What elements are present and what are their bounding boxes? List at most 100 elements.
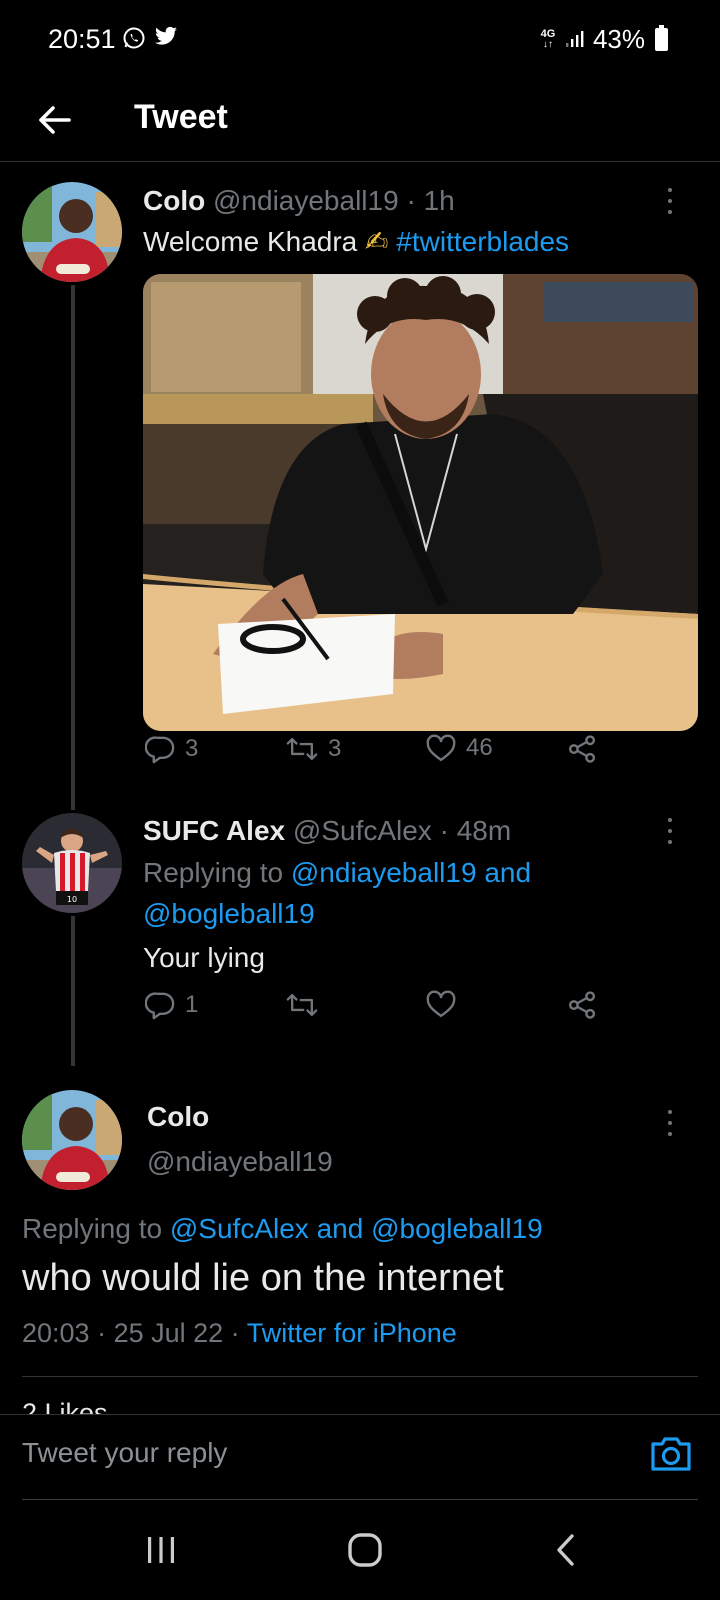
avatar-image: 10 (22, 813, 122, 913)
date: 25 Jul 22 (113, 1318, 224, 1348)
more-options-icon[interactable] (665, 1108, 675, 1138)
author-handle[interactable]: @ndiayeball19 (147, 1146, 333, 1178)
replying-to-line2: @bogleball19 (143, 898, 315, 930)
home-icon (348, 1533, 382, 1567)
retweet-button[interactable]: 3 (286, 734, 341, 764)
whatsapp-icon (122, 26, 146, 55)
and-label: and (476, 857, 532, 888)
battery-percent: 43% (592, 24, 645, 54)
replying-label: Replying to (143, 857, 291, 888)
avatar-image (22, 1090, 122, 1190)
tweet-text: Your lying (143, 942, 265, 973)
avatar-image (22, 182, 122, 282)
separator: · (431, 815, 457, 846)
status-time: 20:51 (48, 24, 116, 54)
handle-text: @ndiayeball19 (213, 185, 399, 216)
battery-icon (655, 25, 668, 51)
tweet-actions: 1 (143, 990, 613, 1030)
back-nav-button[interactable] (536, 1526, 596, 1574)
heart-icon (426, 734, 456, 762)
signal-icon (565, 24, 585, 55)
author-name[interactable]: SUFC Alex (143, 815, 285, 846)
reply-icon (145, 992, 175, 1020)
tweet-header: Colo @ndiayeball19 · 1h (143, 185, 455, 217)
svg-text:10: 10 (67, 895, 77, 904)
tweet-time: 48m (456, 815, 512, 846)
tweet-actions: 3 3 46 (143, 734, 613, 774)
like-button[interactable]: 46 (426, 734, 493, 762)
retweet-count: 3 (328, 735, 342, 762)
author-handle[interactable]: @ndiayeball19 (213, 185, 399, 216)
mention-link[interactable]: @bogleball19 (371, 1213, 543, 1244)
reply-button[interactable]: 3 (145, 734, 198, 764)
signing-photo (143, 274, 698, 731)
retweet-icon (286, 993, 318, 1017)
network-4g-icon: 4G ↓↑ (539, 29, 557, 50)
status-right: 4G ↓↑ 43% (539, 24, 668, 55)
separator: · (398, 185, 424, 216)
system-nav-bar (0, 1500, 720, 1600)
like-button[interactable] (426, 990, 456, 1018)
mention-link[interactable]: @bogleball19 (143, 898, 315, 929)
replying-to: Replying to @ndiayeball19 and (143, 857, 531, 889)
author-handle[interactable]: @SufcAlex (293, 815, 432, 846)
source-link[interactable]: Twitter for iPhone (247, 1318, 457, 1348)
like-count: 46 (466, 734, 493, 761)
avatar[interactable] (22, 182, 122, 282)
retweet-button[interactable] (286, 990, 318, 1020)
divider (22, 1376, 698, 1377)
more-options-icon[interactable] (665, 816, 675, 846)
tweet-body: Welcome Khadra ✍ #twitterblades (143, 225, 569, 258)
heart-icon (426, 990, 456, 1018)
recent-apps-icon (148, 1537, 174, 1563)
notification-icons (122, 26, 178, 55)
mention-link[interactable]: @ndiayeball19 (291, 857, 477, 888)
author-name[interactable]: Colo (147, 1101, 209, 1133)
share-icon (568, 991, 596, 1019)
avatar[interactable]: 10 (22, 813, 122, 913)
replying-to: Replying to @SufcAlex and @bogleball19 (22, 1213, 543, 1245)
thread-line (71, 285, 75, 810)
tweet-text: Welcome Khadra (143, 226, 366, 257)
thread-line (71, 916, 75, 1066)
author-name[interactable]: Colo (143, 185, 205, 216)
home-button[interactable] (335, 1526, 395, 1574)
time: 20:03 (22, 1318, 90, 1348)
tweet-image[interactable] (143, 274, 698, 731)
recent-apps-button[interactable] (131, 1526, 191, 1574)
status-bar: 20:51 4G ↓↑ 43% (0, 0, 720, 80)
reply-count: 3 (185, 735, 199, 762)
tweet-time: 1h (423, 185, 455, 216)
back-arrow-icon (39, 106, 71, 134)
handle-text: @SufcAlex (292, 815, 432, 846)
and-label: and (308, 1213, 372, 1244)
separator: · (89, 1318, 114, 1348)
app-header: Tweet (0, 80, 720, 162)
reply-button[interactable]: 1 (145, 990, 198, 1020)
focused-tweet-text: who would lie on the internet (22, 1257, 504, 1299)
reply-composer: Tweet your reply (0, 1414, 720, 1501)
share-button[interactable] (567, 990, 597, 1020)
page-title: Tweet (134, 98, 228, 136)
reply-count: 1 (185, 991, 199, 1018)
replying-label: Replying to (22, 1213, 170, 1244)
retweet-icon (286, 737, 318, 761)
avatar[interactable] (22, 1090, 122, 1190)
camera-icon (651, 1437, 691, 1471)
reply-input[interactable]: Tweet your reply (22, 1437, 227, 1469)
back-button[interactable] (34, 100, 74, 140)
chevron-left-icon (557, 1534, 574, 1566)
tweet-timestamp: 20:03 · 25 Jul 22 · Twitter for iPhone (22, 1318, 457, 1349)
data-arrows-icon: ↓↑ (542, 39, 553, 50)
more-options-icon[interactable] (665, 186, 675, 216)
reply-icon (145, 736, 175, 764)
share-button[interactable] (567, 734, 597, 764)
share-icon (568, 735, 596, 763)
twitter-bird-icon (154, 26, 178, 55)
hashtag-link[interactable]: #twitterblades (396, 226, 569, 257)
camera-button[interactable] (648, 1431, 694, 1477)
writing-hand-emoji: ✍ (365, 226, 389, 257)
tweet-header: SUFC Alex @SufcAlex · 48m (143, 815, 511, 847)
mention-link[interactable]: @SufcAlex (170, 1213, 309, 1244)
separator: · (223, 1318, 247, 1348)
